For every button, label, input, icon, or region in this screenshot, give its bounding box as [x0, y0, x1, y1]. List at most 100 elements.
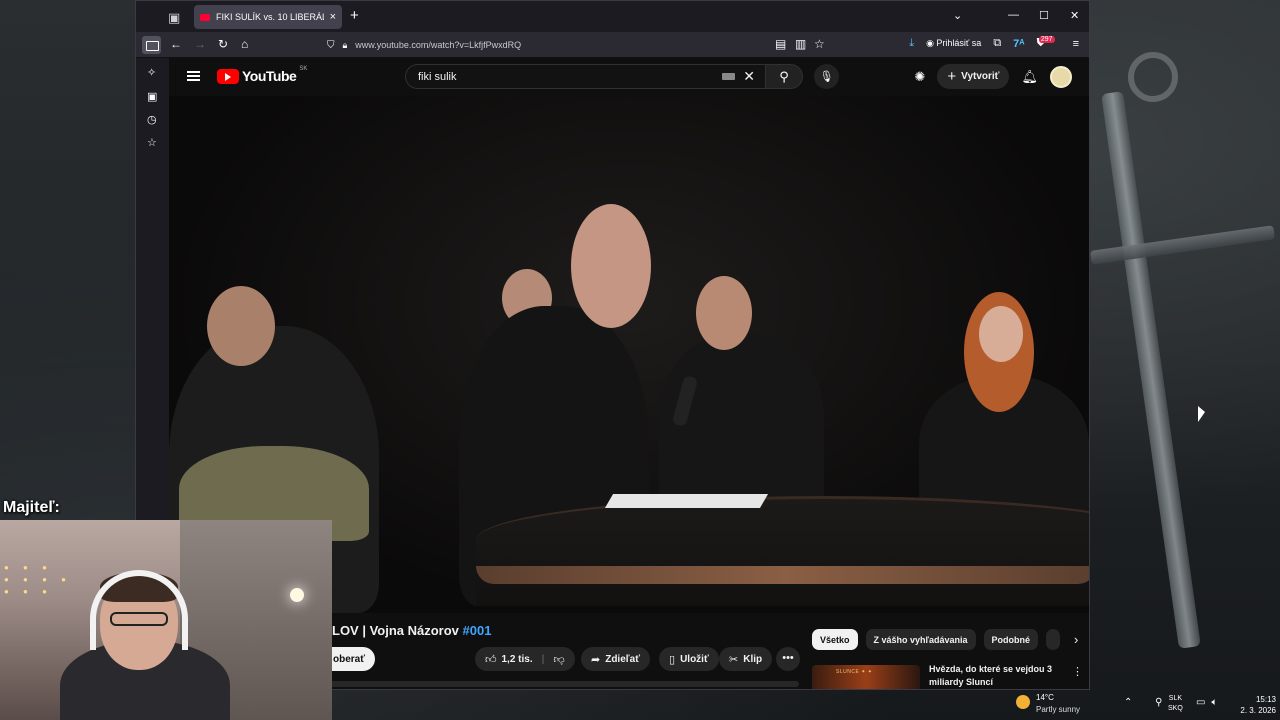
like-count: 1,2 tis. [501, 653, 533, 665]
minimize-icon[interactable]: — [1008, 9, 1019, 21]
create-button[interactable]: + Vytvoriť [937, 64, 1010, 89]
forward-icon[interactable]: → [194, 37, 206, 51]
webcam-overlay: ● ● ● ● ● ● ● ● ● ● [0, 520, 332, 720]
toolbar-right: ⤓ ◉ Prihlásiť sa ⧉ 7ᴬ ⛊297 ≡ [909, 36, 1079, 50]
network-volume-icons[interactable]: ▭🔈︎ [1196, 697, 1223, 708]
tab-list-icon[interactable]: ▣ [168, 10, 180, 26]
more-actions-button[interactable]: ••• [776, 647, 800, 671]
thumbs-up-icon: 👍︎ [485, 653, 497, 666]
language-indicator[interactable]: SLK SKQ [1168, 694, 1183, 714]
search-box: ✕ [405, 64, 765, 89]
youtube-header-actions: ✺ + Vytvoriť 🔔︎ [914, 64, 1072, 89]
lock-icon[interactable]: 🔒︎ [343, 40, 348, 51]
account-signin[interactable]: ◉ Prihlásiť sa [926, 38, 981, 49]
share-button[interactable]: ➦ Zdieľať [581, 647, 650, 671]
save-label: Uložiť [680, 653, 709, 665]
ublock-badge: 297 [1038, 36, 1055, 43]
clock-date: 2. 3. 2026 [1240, 706, 1276, 715]
clip-button[interactable]: ✂ Klip [719, 647, 773, 671]
tray-overflow-icon[interactable]: ⌃ ⚲ [1124, 697, 1172, 708]
tab-title: FIKI SULÍK vs. 10 LIBERÁLOV | V [216, 12, 324, 22]
streamer-glasses [110, 612, 168, 626]
app-menu-icon[interactable]: ≡ [1073, 38, 1079, 50]
search-input[interactable] [418, 70, 723, 83]
like-button[interactable]: 👍︎ 1,2 tis. | 👎︎ [475, 647, 575, 671]
reload-icon[interactable]: ↻ [218, 37, 228, 51]
reader-view-icon[interactable]: ▥ [795, 37, 806, 51]
video-person-center-head [571, 204, 651, 328]
clear-search-icon[interactable]: ✕ [743, 68, 755, 85]
video-person-far-right-face [979, 306, 1023, 362]
tab-close-icon[interactable]: × [330, 11, 336, 23]
sidebar-toggle-icon[interactable] [142, 36, 161, 54]
video-hashtag[interactable]: #001 [463, 623, 492, 638]
extensions-icon[interactable]: ⧉ [993, 37, 1001, 50]
chevron-right-icon[interactable]: › [1074, 632, 1078, 647]
guide-menu-icon[interactable] [187, 71, 200, 81]
youtube-favicon-icon [200, 13, 210, 21]
ai-chatbot-icon[interactable]: ✧ [147, 66, 156, 79]
thumbs-down-icon[interactable]: 👎︎ [553, 653, 564, 666]
bookmarks-icon[interactable]: ☆ [147, 136, 157, 149]
tab-overflow-chevron-icon[interactable]: ⌄ [953, 9, 962, 22]
share-label: Zdieľať [605, 653, 640, 665]
history-icon[interactable]: ◷ [147, 113, 157, 126]
picture-in-picture-icon[interactable]: ▤ [775, 37, 786, 51]
bookmark-star-icon[interactable]: ☆ [814, 37, 825, 51]
recommendation-title[interactable]: Hvězda, do které se vejdou 3 miliardy Sl… [929, 663, 1069, 689]
weather-temp[interactable]: 14°C [1036, 693, 1054, 702]
recommendation-thumbnail[interactable]: SLUNCE ✦ ✦ [812, 665, 920, 689]
search-button[interactable]: ⚲ [765, 64, 803, 89]
ask-ai-icon[interactable]: ✺ [914, 69, 925, 85]
chip-from-search[interactable]: Z vášho vyhľadávania [865, 629, 976, 650]
video-table [476, 496, 1089, 606]
tab-bar: ▣ FIKI SULÍK vs. 10 LIBERÁLOV | V × + ⌄ … [136, 1, 1089, 32]
navigation-bar: ← → ↻ ⌂ ⛉ 🔒︎ www.youtube.com/watch?v=Lkf… [136, 32, 1089, 58]
save-button[interactable]: ▯ Uložiť [659, 647, 719, 671]
thumbnail-text: SLUNCE ✦ ✦ [836, 669, 873, 675]
ublock-icon[interactable]: ⛊297 [1037, 36, 1061, 50]
youtube-play-logo-icon [217, 68, 239, 84]
home-icon[interactable]: ⌂ [241, 37, 248, 51]
like-divider: | [541, 653, 545, 665]
share-icon: ➦ [591, 653, 601, 666]
chip-related[interactable]: Podobné [983, 629, 1039, 650]
tracking-shield-icon[interactable]: ⛉ [327, 40, 335, 51]
youtube-wordmark: YouTube [242, 68, 297, 84]
keyboard-icon[interactable] [722, 73, 736, 80]
clip-label: Klip [743, 653, 763, 665]
recommendation-menu-icon[interactable]: ⋮ [1072, 665, 1083, 678]
youtube-header: YouTube SK ✕ ⚲ 🎙︎ ✺ + Vytvoriť 🔔︎ [169, 58, 1089, 96]
subscribe-label: oberať [333, 653, 366, 665]
youtube-logo[interactable]: YouTube SK [217, 66, 308, 84]
webcam-fairy-lights: ● ● ● ● ● ● ● ● ● ● [4, 563, 72, 596]
new-tab-icon[interactable]: + [350, 7, 359, 24]
owner-label: Majiteľ: [3, 499, 60, 516]
chip-all[interactable]: Všetko [812, 629, 858, 650]
weather-desc[interactable]: Partly sunny [1036, 705, 1080, 714]
url-bar[interactable]: ⛉ 🔒︎ www.youtube.com/watch?v=LkfjfPwxdRQ [321, 35, 821, 55]
tab-active[interactable]: FIKI SULÍK vs. 10 LIBERÁLOV | V × [194, 5, 342, 29]
back-icon[interactable]: ← [170, 37, 182, 51]
url-text[interactable]: www.youtube.com/watch?v=LkfjfPwxdRQ [355, 40, 521, 50]
search-icon: ⚲ [779, 68, 789, 84]
downloads-icon[interactable]: ⤓ [909, 37, 914, 50]
close-window-icon[interactable]: ✕ [1070, 9, 1079, 22]
account-avatar[interactable] [1050, 65, 1072, 88]
weather-sun-icon[interactable] [1016, 695, 1030, 709]
chip-more[interactable] [1046, 629, 1061, 650]
clock[interactable]: 15:13 2. 3. 2026 [1232, 694, 1276, 716]
create-label: Vytvoriť [961, 71, 1000, 82]
notifications-bell-icon[interactable]: 🔔︎ [1021, 69, 1038, 85]
voice-search-button[interactable]: 🎙︎ [814, 64, 839, 89]
description-box-edge [329, 681, 799, 687]
region-code: SK [299, 66, 308, 72]
microphone-icon: 🎙︎ [819, 71, 834, 83]
more-horizontal-icon: ••• [782, 652, 794, 664]
translate-extension-icon[interactable]: 7ᴬ [1013, 38, 1024, 50]
maximize-icon[interactable]: ☐ [1039, 9, 1049, 22]
save-bookmark-icon: ▯ [669, 653, 676, 666]
lang-top: SLK [1168, 695, 1183, 702]
synced-tabs-icon[interactable]: ▣ [147, 90, 157, 103]
video-title: LOV | Vojna Názorov #001 [332, 623, 491, 638]
